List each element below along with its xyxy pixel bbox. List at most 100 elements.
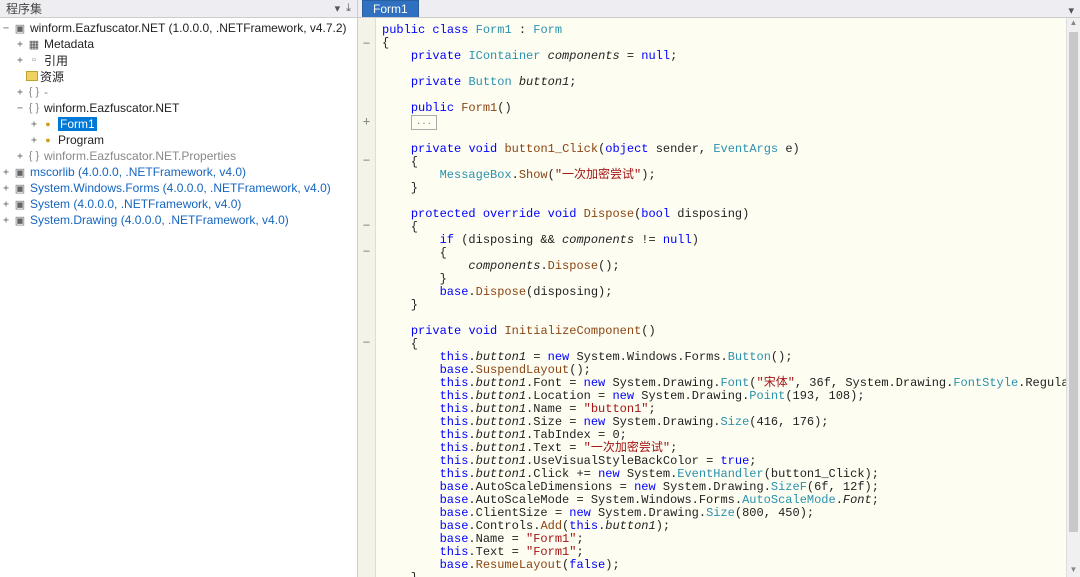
tree-item-label: winform.Eazfuscator.NET.Properties: [44, 149, 236, 163]
code-line[interactable]: public class Form1 : Form: [382, 24, 1080, 37]
tree-item[interactable]: + winform.Eazfuscator.NET.Properties: [0, 148, 357, 164]
assembly-tree[interactable]: − ▣ winform.Eazfuscator.NET (1.0.0.0, .NET…: [0, 18, 358, 577]
ns-icon: [26, 149, 42, 163]
tree-item-label: Metadata: [44, 37, 94, 51]
gutter-fold-icon: [358, 544, 375, 557]
gutter-fold-icon: [358, 284, 375, 297]
code-line[interactable]: }: [382, 572, 1080, 577]
tree-item[interactable]: +▣System.Drawing (4.0.0.0, .NETFramework…: [0, 212, 357, 228]
gutter-fold-icon: [358, 193, 375, 206]
gutter-fold-icon[interactable]: +: [358, 115, 375, 128]
gutter-fold-icon: [358, 180, 375, 193]
tree-item[interactable]: +▦Metadata: [0, 36, 357, 52]
tree-item[interactable]: +-: [0, 84, 357, 100]
code-line[interactable]: base.ResumeLayout(false);: [382, 559, 1080, 572]
gutter-fold-icon: [358, 167, 375, 180]
assembly-panel-header: 程序集 ▾ ⤓: [0, 0, 358, 18]
tree-item-label: 引用: [44, 52, 68, 69]
tree-expander-icon[interactable]: +: [14, 39, 26, 50]
gutter-fold-icon: [358, 531, 375, 544]
editor-tab-bar: Form1 ▾: [358, 0, 1080, 18]
gutter-fold-icon[interactable]: −: [358, 336, 375, 349]
tree-expander-icon[interactable]: −: [0, 23, 12, 34]
tree-item[interactable]: +▣mscorlib (4.0.0.0, .NETFramework, v4.0…: [0, 164, 357, 180]
code-line[interactable]: private void button1_Click(object sender…: [382, 143, 1080, 156]
class-icon: [40, 117, 56, 131]
tree-item-label: Form1: [58, 117, 97, 131]
tree-expander-icon[interactable]: +: [0, 215, 12, 226]
tree-item[interactable]: − winform.Eazfuscator.NET: [0, 100, 357, 116]
gutter-fold-icon: [358, 258, 375, 271]
tree-item-label: mscorlib (4.0.0.0, .NETFramework, v4.0): [30, 165, 246, 179]
tree-item[interactable]: + Form1: [0, 116, 357, 132]
tree-item-label: winform.Eazfuscator.NET: [44, 101, 179, 115]
tree-item[interactable]: +▣System (4.0.0.0, .NETFramework, v4.0): [0, 196, 357, 212]
code-line[interactable]: protected override void Dispose(bool dis…: [382, 208, 1080, 221]
gutter-fold-icon: [358, 427, 375, 440]
code-line[interactable]: private void InitializeComponent(): [382, 325, 1080, 338]
gutter-fold-icon: [358, 388, 375, 401]
tree-expander-icon[interactable]: +: [14, 55, 26, 66]
metadata-icon: ▦: [26, 37, 42, 51]
gutter-fold-icon: [358, 466, 375, 479]
ns-icon: [26, 101, 42, 115]
code-editor[interactable]: − + − − − − public class Form1 : Form{ privat…: [358, 18, 1080, 577]
gutter-fold-icon: [358, 349, 375, 362]
assembly-icon: ▣: [12, 197, 28, 211]
code-line[interactable]: }: [382, 299, 1080, 312]
tree-expander-icon[interactable]: +: [28, 135, 40, 146]
code-line[interactable]: private Button button1;: [382, 76, 1080, 89]
code-line[interactable]: private IContainer components = null;: [382, 50, 1080, 63]
tree-item[interactable]: +Program: [0, 132, 357, 148]
assembly-icon: ▣: [12, 213, 28, 227]
gutter-fold-icon: [358, 128, 375, 141]
code-line[interactable]: ...: [382, 115, 1080, 130]
code-line[interactable]: if (disposing && components != null): [382, 234, 1080, 247]
gutter-fold-icon[interactable]: −: [358, 37, 375, 50]
assembly-icon: ▣: [12, 165, 28, 179]
gutter-fold-icon[interactable]: −: [358, 219, 375, 232]
tree-expander-icon[interactable]: +: [14, 87, 26, 98]
vertical-scrollbar[interactable]: [1066, 18, 1080, 577]
tree-expander-icon[interactable]: +: [0, 167, 12, 178]
panel-dropdown-icon[interactable]: ▾: [335, 2, 341, 15]
tree-expander-icon[interactable]: +: [14, 151, 26, 162]
assembly-panel-title: 程序集: [6, 0, 42, 17]
tree-item[interactable]: +资源: [0, 68, 357, 84]
scroll-thumb[interactable]: [1069, 32, 1078, 532]
code-line[interactable]: components.Dispose();: [382, 260, 1080, 273]
tree-item[interactable]: −▣winform.Eazfuscator.NET (1.0.0.0, .NET…: [0, 20, 357, 36]
code-line[interactable]: base.Dispose(disposing);: [382, 286, 1080, 299]
tree-item[interactable]: +▫引用: [0, 52, 357, 68]
gutter-fold-icon: [358, 76, 375, 89]
ns-icon: [26, 85, 42, 99]
code-line[interactable]: public Form1(): [382, 102, 1080, 115]
tree-expander-icon[interactable]: −: [14, 103, 26, 114]
gutter-fold-icon: [358, 479, 375, 492]
tree-expander-icon[interactable]: +: [28, 119, 40, 130]
code-line[interactable]: }: [382, 182, 1080, 195]
code-content[interactable]: public class Form1 : Form{ private ICont…: [376, 18, 1080, 577]
tree-item[interactable]: +▣System.Windows.Forms (4.0.0.0, .NETFra…: [0, 180, 357, 196]
gutter-fold-icon: [358, 492, 375, 505]
gutter-fold-icon: [358, 401, 375, 414]
gutter-fold-icon: [358, 375, 375, 388]
gutter-fold-icon: [358, 505, 375, 518]
gutter-fold-icon: [358, 310, 375, 323]
code-line[interactable]: MessageBox.Show("一次加密尝试");: [382, 169, 1080, 182]
tree-item-label: System (4.0.0.0, .NETFramework, v4.0): [30, 197, 241, 211]
tree-item-label: System.Windows.Forms (4.0.0.0, .NETFrame…: [30, 181, 331, 195]
tree-item-label: winform.Eazfuscator.NET (1.0.0.0, .NETFr…: [30, 21, 347, 35]
tab-overflow-icon[interactable]: ▾: [1062, 4, 1080, 17]
collapsed-region[interactable]: ...: [411, 115, 437, 130]
tab-form1[interactable]: Form1: [362, 0, 419, 17]
gutter-fold-icon: [358, 362, 375, 375]
gutter-fold-icon: [358, 570, 375, 577]
pin-icon[interactable]: ⤓: [346, 2, 351, 15]
gutter-fold-icon[interactable]: −: [358, 245, 375, 258]
tree-item-label: -: [44, 85, 48, 99]
tree-expander-icon[interactable]: +: [0, 199, 12, 210]
gutter-fold-icon[interactable]: −: [358, 154, 375, 167]
tree-item-label: System.Drawing (4.0.0.0, .NETFramework, …: [30, 213, 289, 227]
tree-expander-icon[interactable]: +: [0, 183, 12, 194]
